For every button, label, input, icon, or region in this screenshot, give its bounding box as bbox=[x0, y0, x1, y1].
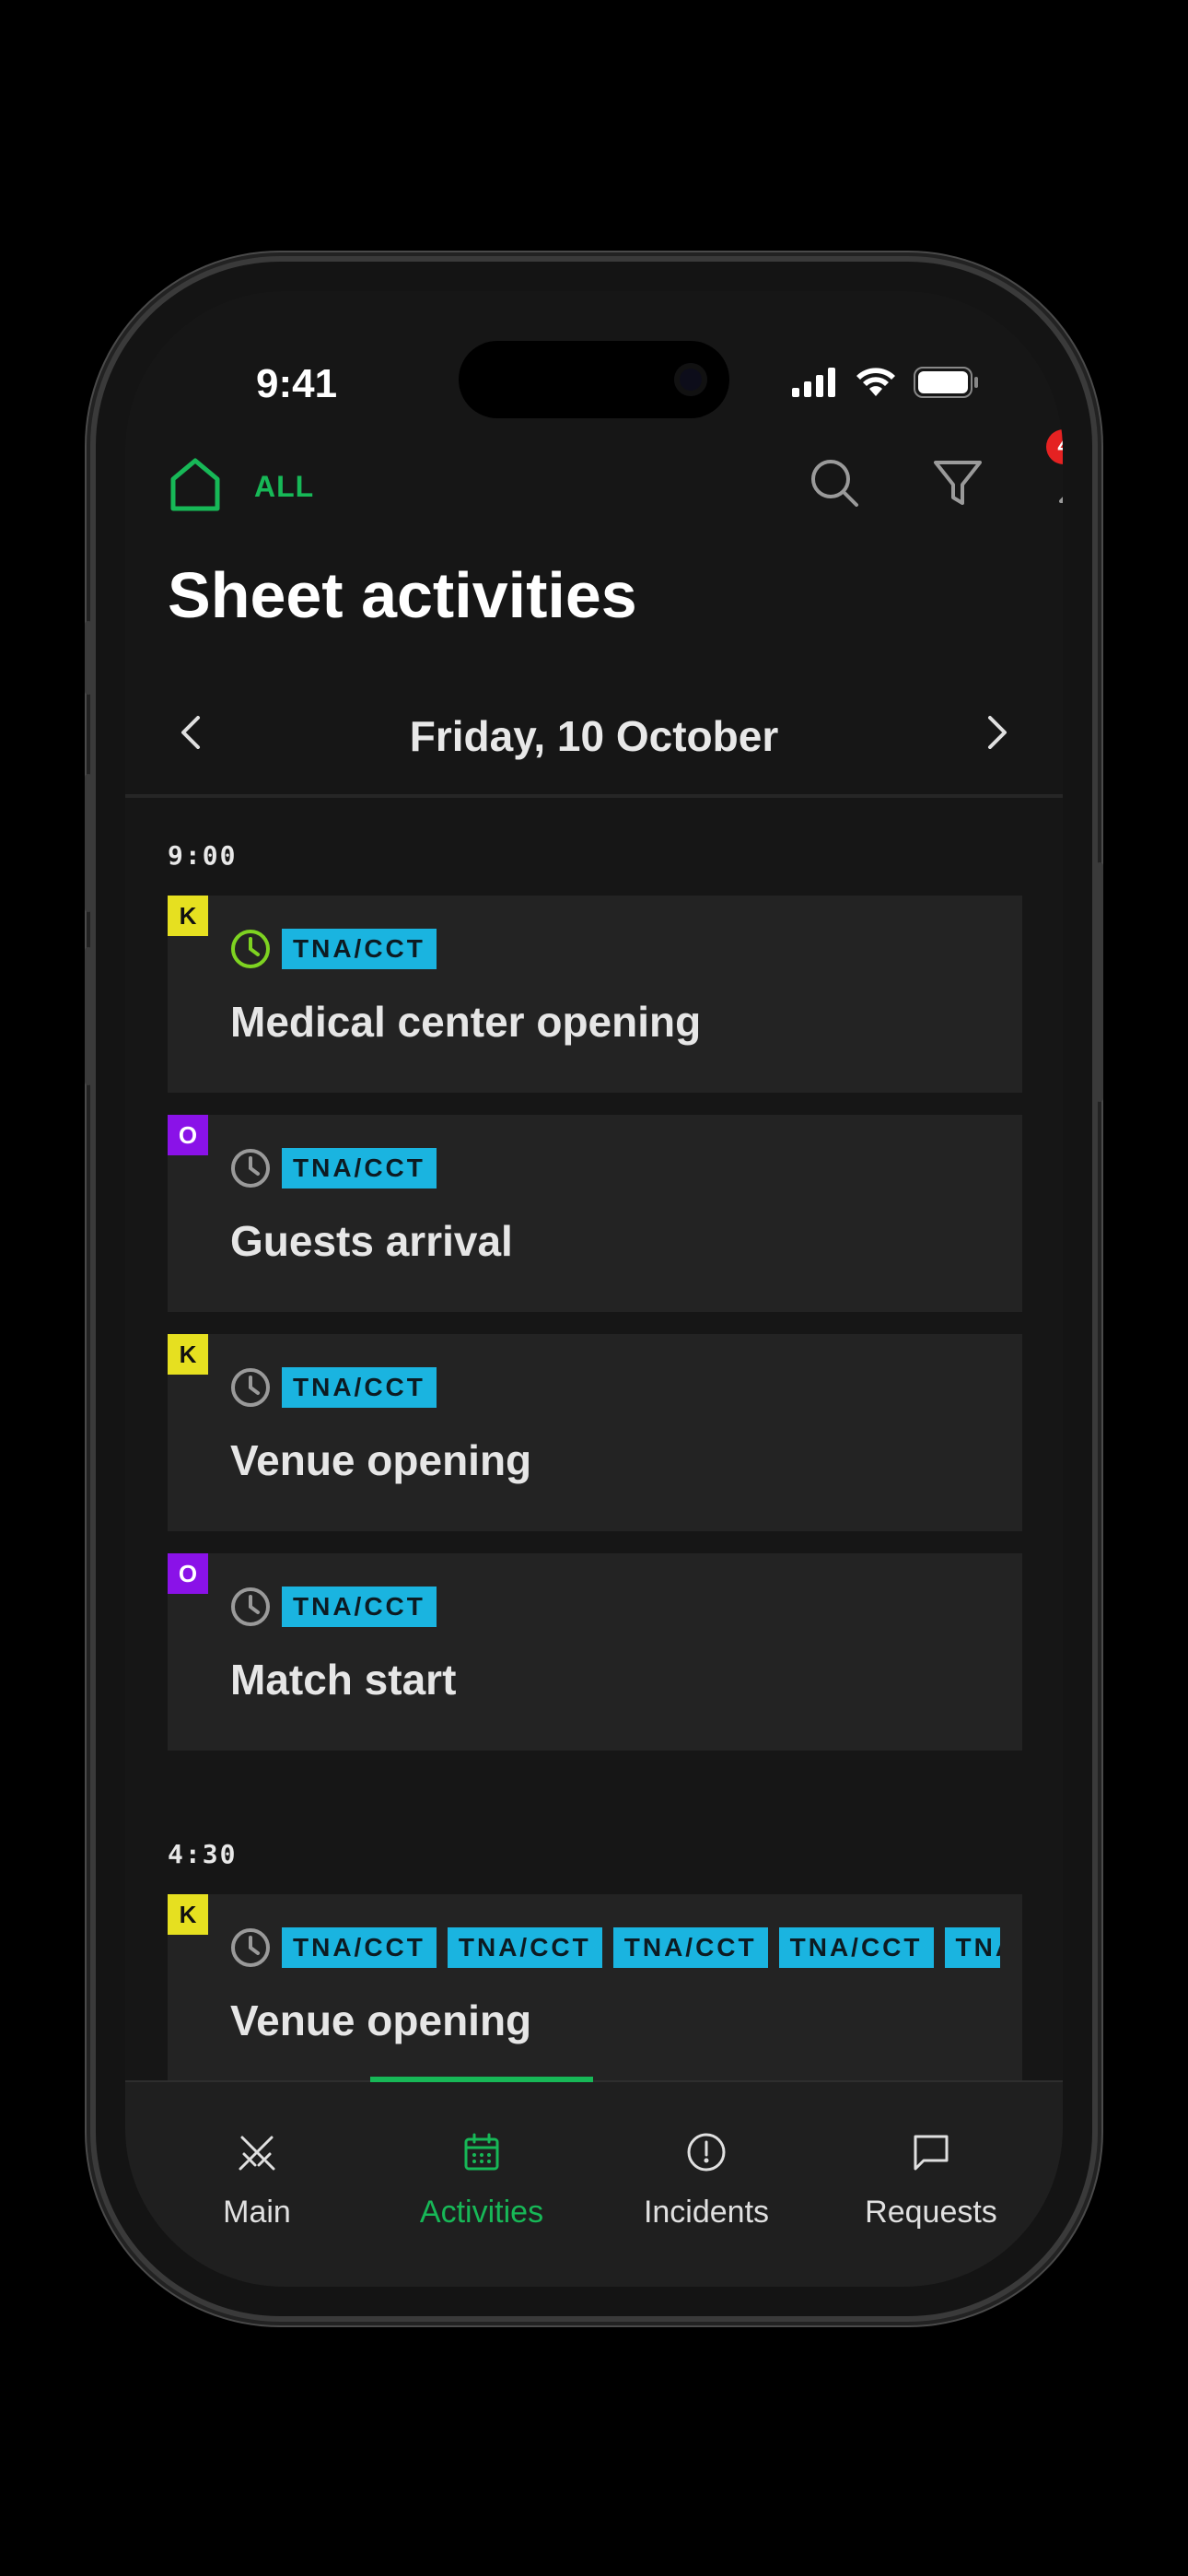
location-chip: TNA/CCT bbox=[282, 1587, 437, 1627]
chip-list: TNA/CCT TNA/CCT TNA/CCT TNA/CCT TNA/CCT bbox=[282, 1927, 1000, 1968]
chip-list: TNA/CCT bbox=[282, 929, 1000, 969]
clock-icon bbox=[231, 1587, 270, 1626]
location-chip: TNA/CCT bbox=[944, 1927, 1000, 1968]
action-button bbox=[85, 621, 92, 695]
chip-list: TNA/CCT bbox=[282, 1367, 1000, 1408]
battery-icon bbox=[914, 367, 978, 398]
home-icon[interactable] bbox=[169, 457, 221, 512]
clock-icon bbox=[231, 1928, 270, 1967]
status-icons bbox=[792, 367, 980, 398]
nav-requests[interactable]: Requests bbox=[820, 2082, 1042, 2266]
activity-card[interactable]: K TNA/CCT Medical center opening bbox=[168, 896, 1022, 1093]
timeslot-label: 9:00 bbox=[168, 840, 238, 871]
category-tag: K bbox=[168, 896, 208, 936]
status-time: 9:41 bbox=[256, 361, 338, 406]
nav-label: Activities bbox=[419, 2195, 544, 2230]
nav-incidents[interactable]: Incidents bbox=[595, 2082, 818, 2266]
nav-activities[interactable]: Activities bbox=[370, 2082, 593, 2266]
location-chip: TNA/CCT bbox=[778, 1927, 934, 1968]
category-tag: O bbox=[168, 1115, 208, 1155]
activity-card[interactable]: K TNA/CCT TNA/CCT TNA/CCT TNA/CCT TNA/CC… bbox=[168, 1894, 1022, 2091]
scope-filter-label[interactable]: ALL bbox=[254, 470, 314, 504]
category-tag: K bbox=[168, 1334, 208, 1375]
activity-card[interactable]: K TNA/CCT Venue opening bbox=[168, 1334, 1022, 1531]
filter-icon[interactable] bbox=[932, 457, 984, 509]
location-chip: TNA/CCT bbox=[282, 929, 437, 969]
location-chip: TNA/CCT bbox=[282, 1927, 437, 1968]
activity-card[interactable]: O TNA/CCT Match start bbox=[168, 1553, 1022, 1751]
cellular-signal-icon bbox=[792, 368, 835, 397]
chevron-right-icon bbox=[988, 716, 1007, 749]
timeslot-label: 4:30 bbox=[168, 1839, 238, 1869]
date-navigator: Friday, 10 October bbox=[125, 689, 1063, 778]
volume-up-button bbox=[85, 774, 92, 912]
active-tab-indicator bbox=[370, 2077, 593, 2082]
activity-title: Medical center opening bbox=[230, 998, 702, 1046]
chip-list: TNA/CCT bbox=[282, 1587, 1000, 1627]
power-button bbox=[1096, 862, 1103, 1102]
top-bar: ALL 4 bbox=[125, 429, 1063, 531]
nav-label: Requests bbox=[865, 2195, 997, 2230]
current-date: Friday, 10 October bbox=[409, 712, 779, 760]
chat-bubble-icon bbox=[914, 2135, 949, 2171]
nav-main[interactable]: Main bbox=[146, 2082, 368, 2266]
page-title: Sheet activities bbox=[168, 559, 637, 631]
activity-title: Venue opening bbox=[230, 1436, 532, 1484]
camera bbox=[674, 363, 707, 396]
nav-label: Incidents bbox=[643, 2195, 770, 2230]
category-tag: O bbox=[168, 1553, 208, 1594]
alert-circle-icon bbox=[687, 2133, 726, 2172]
activity-title: Venue opening bbox=[230, 1996, 532, 2044]
clock-icon bbox=[231, 1149, 270, 1188]
screen: 9:41 ALL Sheet activities Friday, 10 Oct… bbox=[125, 291, 1063, 2287]
activity-card[interactable]: O TNA/CCT Guests arrival bbox=[168, 1115, 1022, 1312]
bell-icon[interactable] bbox=[1057, 457, 1063, 512]
phone-frame: 9:41 ALL Sheet activities Friday, 10 Oct… bbox=[85, 262, 1103, 2316]
activity-title: Guests arrival bbox=[230, 1217, 513, 1265]
wifi-icon bbox=[856, 368, 895, 396]
next-day-button[interactable] bbox=[974, 709, 1020, 755]
volume-down-button bbox=[85, 947, 92, 1085]
location-chip: TNA/CCT bbox=[282, 1148, 437, 1188]
swords-icon bbox=[239, 2136, 275, 2171]
location-chip: TNA/CCT bbox=[612, 1927, 768, 1968]
notification-badge: 4 bbox=[1046, 429, 1063, 464]
nav-label: Main bbox=[223, 2195, 291, 2230]
bottom-navigation: Main Activities Incidents Requests bbox=[125, 2080, 1063, 2287]
activity-title: Match start bbox=[230, 1656, 457, 1704]
search-icon[interactable] bbox=[809, 457, 860, 509]
category-tag: K bbox=[168, 1894, 208, 1935]
calendar-icon bbox=[464, 2133, 499, 2171]
divider bbox=[125, 794, 1063, 798]
chip-list: TNA/CCT bbox=[282, 1148, 1000, 1188]
clock-icon bbox=[231, 930, 270, 968]
location-chip: TNA/CCT bbox=[447, 1927, 602, 1968]
dynamic-island bbox=[459, 341, 729, 418]
clock-icon bbox=[231, 1368, 270, 1407]
location-chip: TNA/CCT bbox=[282, 1367, 437, 1408]
